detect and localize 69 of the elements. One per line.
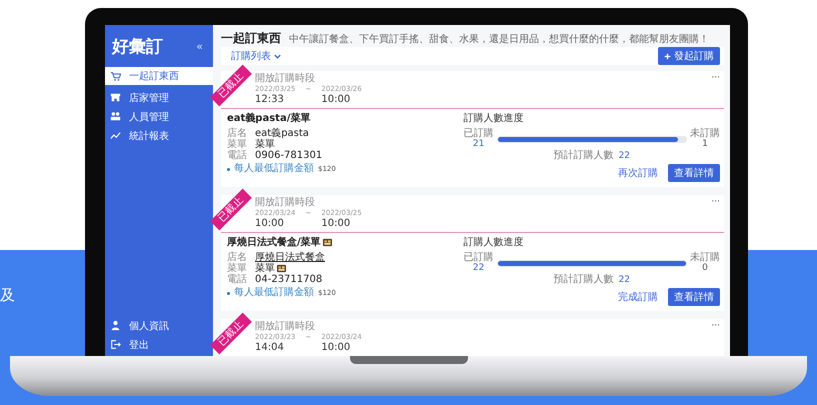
start-time: 10:00 (255, 218, 284, 230)
period-label: 開放訂購時段 (255, 73, 316, 85)
expected-count: 22 (618, 151, 630, 162)
nav-item[interactable]: 個人資訊 (105, 316, 213, 335)
nav-item[interactable]: 人員管理 (105, 107, 213, 126)
expected-label: 預計訂購人數 (554, 274, 614, 285)
bullet-icon (227, 168, 230, 170)
field-value: 04-23711708 (255, 274, 322, 285)
chevron-down-icon (273, 52, 282, 60)
person-icon (110, 320, 121, 331)
ordered-count: 21 (472, 139, 484, 150)
start-time: 12:33 (255, 94, 284, 106)
field-label: 店名 (227, 252, 248, 263)
ordered-label: 已訂購 (464, 252, 494, 263)
more-button[interactable]: ··· (711, 197, 720, 207)
field-label: 電話 (227, 274, 248, 285)
order-title: 厚燒日法式餐盒/菜單 (227, 236, 321, 249)
filter-dropdown[interactable]: 訂購列表 (231, 49, 282, 63)
bullet-icon (227, 292, 230, 294)
more-button[interactable]: ··· (711, 73, 720, 83)
end-time: 10:00 (321, 94, 350, 106)
field-value: 菜單 (255, 139, 275, 150)
min-amount-label: 每人最低訂購金額 (234, 163, 314, 175)
not-ordered-count: 0 (702, 263, 708, 274)
plus-icon (664, 52, 671, 60)
expected-count: 22 (618, 275, 630, 286)
secondary-link[interactable]: 再次訂購 (618, 166, 658, 180)
collapse-button[interactable]: « (196, 40, 203, 52)
end-time: 10:00 (321, 342, 350, 354)
nav-item[interactable]: 店家管理 (105, 88, 213, 107)
background-text: 及 (0, 286, 15, 305)
field-value: 0906-781301 (255, 150, 322, 161)
page-title: 一起訂東西 (221, 30, 281, 47)
progress-title: 訂購人數進度 (464, 236, 525, 249)
field-label: 電話 (227, 150, 248, 161)
start-time: 14:04 (255, 342, 284, 354)
not-ordered-label: 未訂購 (690, 252, 720, 263)
not-ordered-label: 未訂購 (690, 128, 720, 139)
logout-icon (110, 339, 121, 350)
progress-title: 訂購人數進度 (464, 112, 525, 125)
people-icon (110, 111, 121, 122)
trend-icon (110, 130, 121, 141)
details-button[interactable]: 查看詳情 (668, 164, 720, 182)
field-value: 菜單 (255, 263, 275, 274)
more-button[interactable]: ··· (711, 321, 720, 331)
field-label: 店名 (227, 128, 248, 139)
period-label: 開放訂購時段 (255, 321, 316, 333)
ordered-label: 已訂購 (464, 128, 494, 139)
new-order-button[interactable]: 發起訂購 (658, 47, 720, 65)
app-logo: 好彙訂 (112, 36, 163, 58)
store-link[interactable]: 厚燒日法式餐盒 (255, 252, 325, 263)
not-ordered-count: 1 (702, 139, 708, 150)
nav-item[interactable]: 登出 (105, 335, 213, 354)
period-label: 開放訂購時段 (255, 197, 316, 209)
page-subtitle: 中午讓訂餐盒、下午買訂手搖、甜食、水果，還是日用品，想買什麼的什麼，都能幫朋友團購！ (289, 32, 709, 46)
cart-icon (110, 70, 121, 82)
field-value: eat義pasta (255, 128, 309, 139)
expected-label: 預計訂購人數 (554, 150, 614, 161)
min-amount-label: 每人最低訂購金額 (234, 287, 314, 299)
order-title: eat義pasta/菜單 (227, 112, 310, 125)
end-time: 10:00 (321, 218, 350, 230)
store-icon (110, 92, 121, 103)
nav-item[interactable]: 統計報表 (105, 126, 213, 145)
field-label: 菜單 (227, 263, 248, 274)
field-label: 菜單 (227, 139, 248, 150)
details-button[interactable]: 查看詳情 (668, 288, 720, 306)
secondary-link[interactable]: 完成訂購 (618, 290, 658, 304)
nav-item[interactable]: 一起訂東西 (105, 67, 213, 85)
ordered-count: 22 (472, 263, 484, 274)
